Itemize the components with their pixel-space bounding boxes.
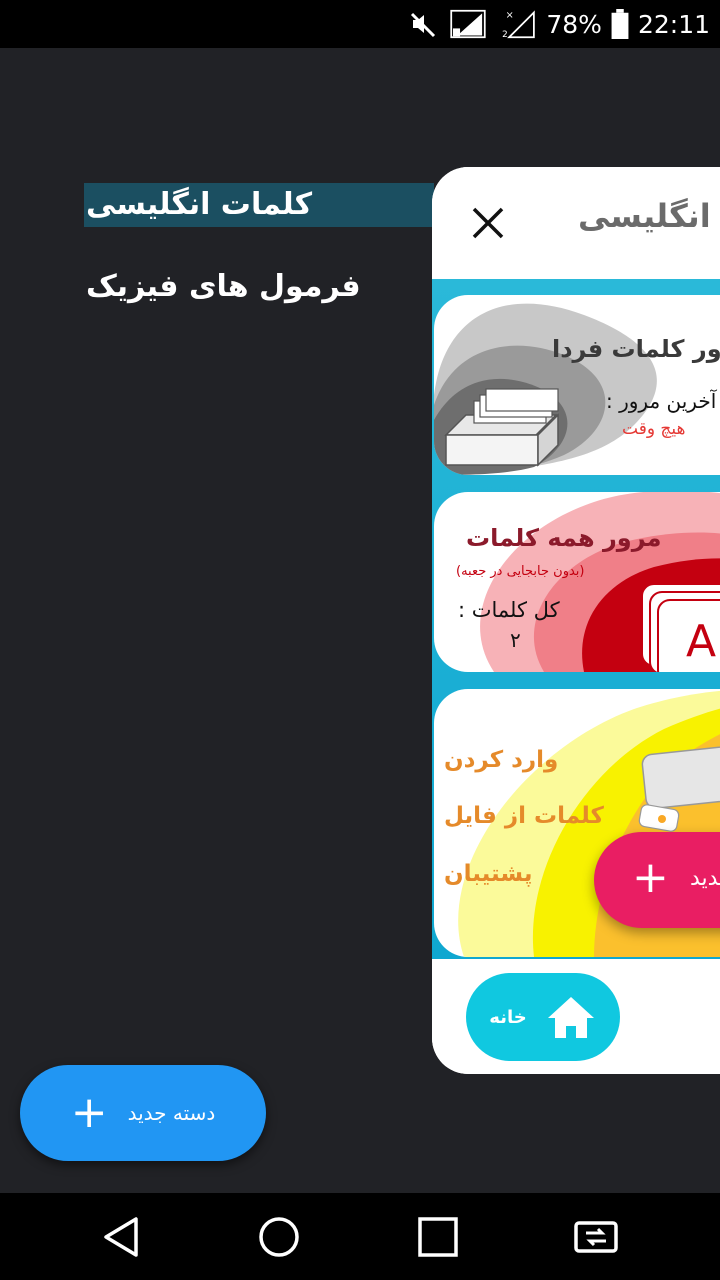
sim2-no-signal-icon: 2 × xyxy=(502,10,536,39)
mute-icon xyxy=(411,12,436,38)
home-label: خانه xyxy=(489,1006,527,1028)
close-icon[interactable] xyxy=(468,203,508,243)
card-illustration: A xyxy=(480,492,720,672)
system-navigation-bar xyxy=(0,1193,720,1280)
clock: 22:11 xyxy=(637,9,710,39)
total-words-label: کل کلمات : xyxy=(458,598,560,622)
new-category-label: دسته جدید xyxy=(127,1101,216,1125)
review-all-card[interactable]: A مرور همه کلمات (بدون جابجایی در جعبه) … xyxy=(434,492,720,672)
panel-bottom-nav: خانه xyxy=(432,959,720,1074)
switch-sim-icon[interactable] xyxy=(572,1213,620,1261)
home-icon xyxy=(547,997,594,1038)
review-all-title: مرور همه کلمات xyxy=(466,524,662,552)
back-icon[interactable] xyxy=(98,1213,146,1261)
new-word-label: کلمه جدید xyxy=(690,866,720,891)
recents-icon[interactable] xyxy=(414,1213,462,1261)
last-review-label: آخرین مرور : xyxy=(606,389,717,413)
import-line-3: پشتیبان xyxy=(444,861,533,887)
category-label: کلمات انگلیسی xyxy=(86,187,313,222)
battery-icon xyxy=(611,9,629,39)
sim1-signal-icon xyxy=(450,9,487,39)
plus-icon: + xyxy=(632,852,669,903)
battery-percent: 78% xyxy=(546,9,602,39)
status-bar: 2 × 78% 22:11 xyxy=(0,0,720,48)
card-illustration xyxy=(434,303,657,475)
category-preview-panel[interactable]: کلمات انگلیسی مرور کلمات فردا آخرین مرو xyxy=(432,167,720,1074)
import-line-1: وارد کردن xyxy=(444,747,559,773)
svg-text:A: A xyxy=(686,616,716,667)
category-item-physics-formulas[interactable]: فرمول های فیزیک xyxy=(84,265,363,309)
category-item-english-words[interactable]: کلمات انگلیسی xyxy=(84,183,434,227)
plus-icon: + xyxy=(70,1087,108,1138)
total-words-value: ۲ xyxy=(510,628,521,652)
new-word-button[interactable]: + کلمه جدید xyxy=(594,832,720,928)
review-tomorrow-card[interactable]: مرور کلمات فردا آخرین مرور : هیچ وقت xyxy=(434,295,720,475)
app-screen: 2 × 78% 22:11 کلمات انگلیسی فرمول های فی… xyxy=(0,0,720,1280)
review-tomorrow-title: مرور کلمات فردا xyxy=(552,335,720,363)
panel-header: کلمات انگلیسی xyxy=(432,167,720,279)
last-review-value: هیچ وقت xyxy=(622,419,686,439)
home-button[interactable]: خانه xyxy=(466,973,620,1061)
svg-text:×: × xyxy=(506,10,514,21)
import-line-2: کلمات از فایل xyxy=(444,803,604,829)
home-nav-icon[interactable] xyxy=(255,1213,303,1261)
review-all-subtitle: (بدون جابجایی در جعبه) xyxy=(456,564,585,579)
category-label: فرمول های فیزیک xyxy=(86,269,361,304)
new-category-button[interactable]: + دسته جدید xyxy=(20,1065,266,1161)
svg-text:2: 2 xyxy=(502,30,508,39)
panel-title: کلمات انگلیسی xyxy=(578,197,720,235)
